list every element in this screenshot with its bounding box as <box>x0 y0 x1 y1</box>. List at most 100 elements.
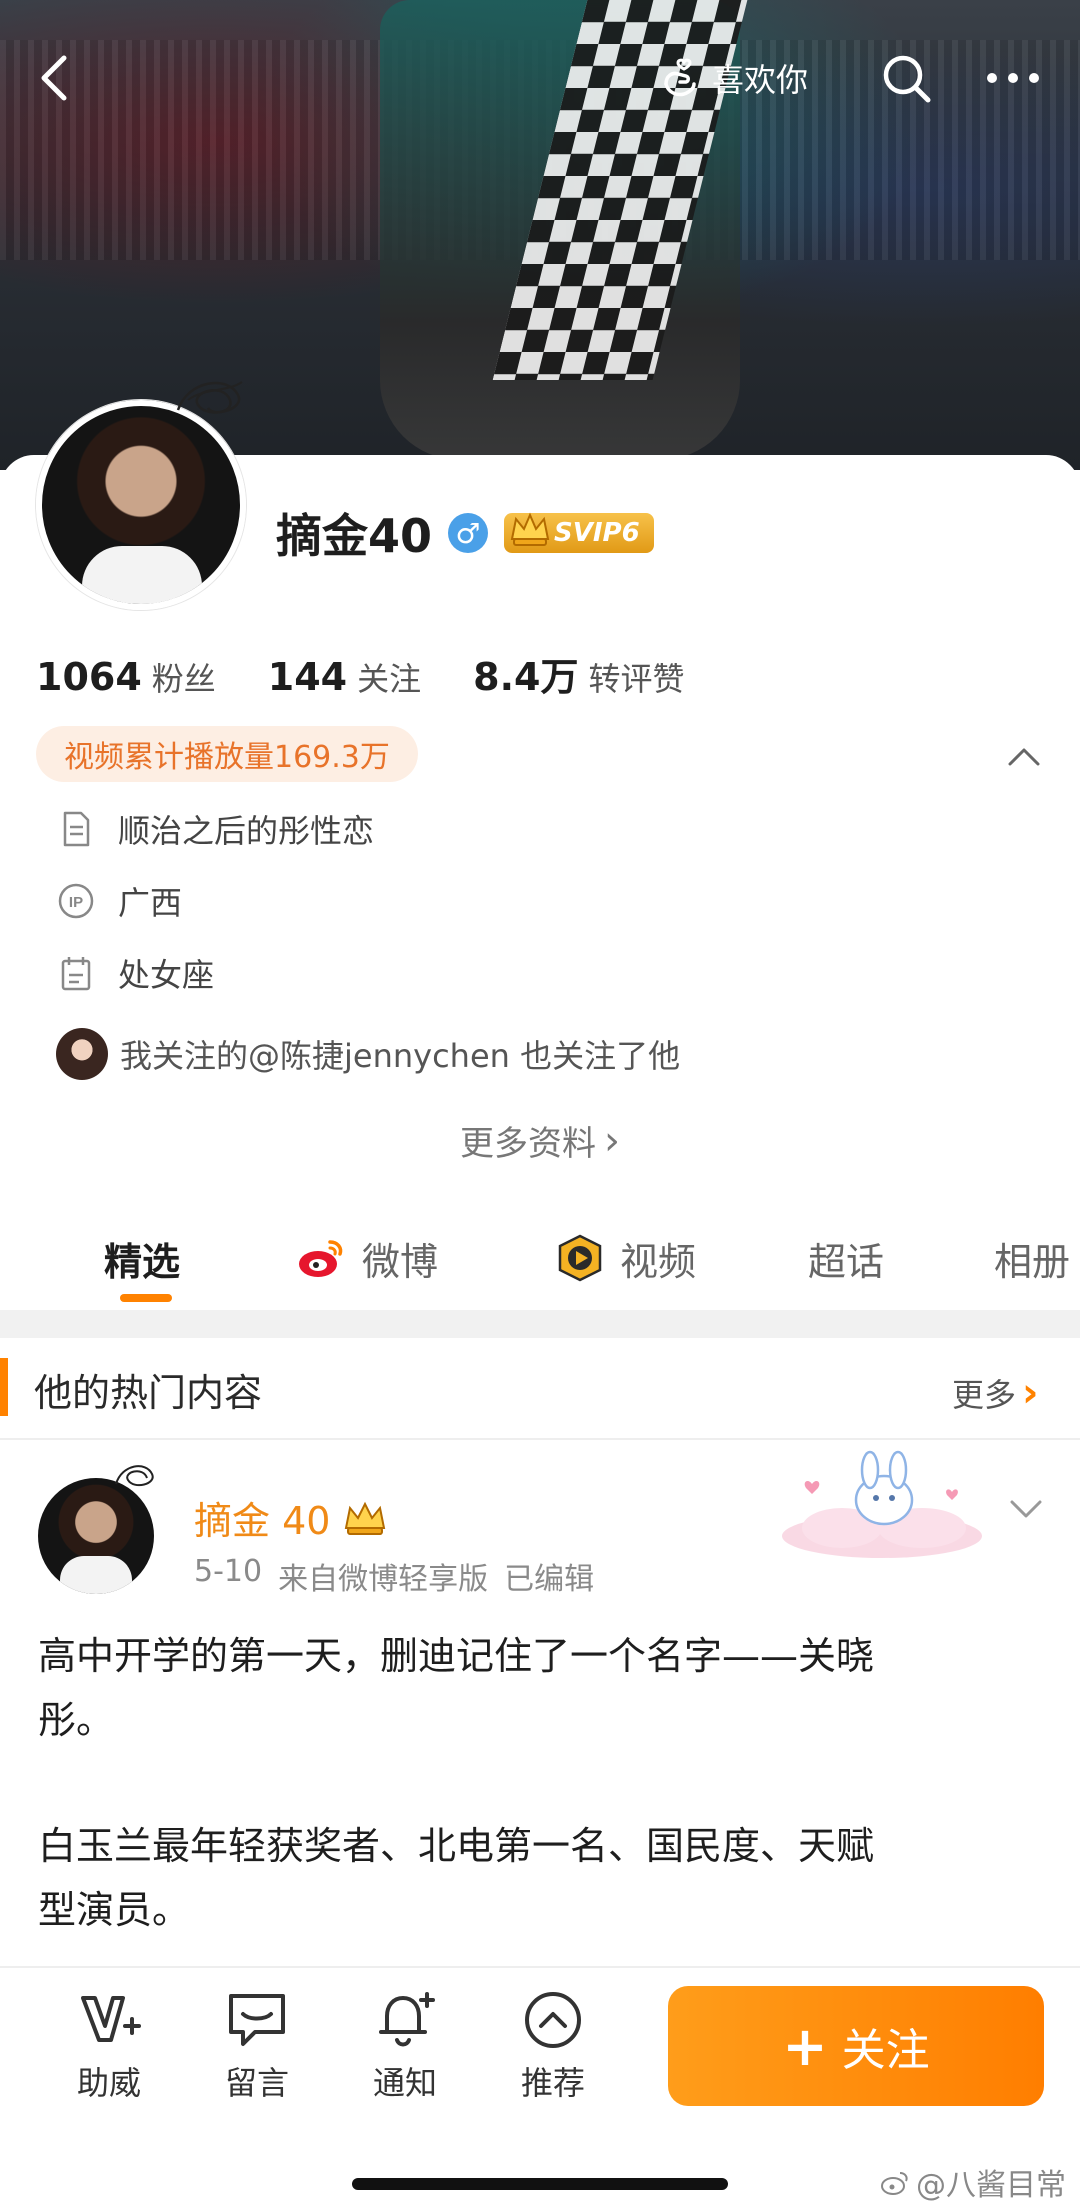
chevron-left-icon <box>41 55 67 101</box>
crown-icon <box>510 512 550 546</box>
chevron-right-icon: › <box>1022 1370 1039 1416</box>
mutual-avatar <box>56 1028 108 1080</box>
engagement-label: 转评赞 <box>588 660 685 698</box>
video-play-count-tag[interactable]: 视频累计播放量169.3万 <box>36 726 418 782</box>
ip-icon: IP <box>58 883 94 919</box>
notify-label: 通知 <box>372 2064 437 2102</box>
post-body-line: 高中开学的第一天，删迪记住了一个名字——关晓 <box>38 1634 875 1678</box>
top-navigation-bar: 喜欢你 <box>0 40 1080 120</box>
document-icon <box>63 811 90 847</box>
recommend-icon <box>525 1992 581 2048</box>
svip-label: SVIP6 <box>554 518 640 548</box>
tab-featured[interactable]: 精选 <box>104 1210 180 1306</box>
watermark: @八酱目常 <box>880 2160 1066 2201</box>
search-button[interactable] <box>878 50 934 106</box>
tab-super-topic[interactable]: 超话 <box>808 1210 884 1306</box>
ip-location-row: IP 广西 <box>56 878 182 924</box>
more-options-button[interactable] <box>982 50 1044 106</box>
cheer-button[interactable]: 助威 <box>54 1988 164 2104</box>
tab-album-label: 相册 <box>994 1239 1071 1284</box>
bunny-cloud-sticker-icon <box>782 1450 982 1558</box>
engagement-count: 8.4万 <box>473 655 579 699</box>
tab-weibo-label: 微博 <box>362 1239 439 1284</box>
post-date: 5-10 <box>194 1554 263 1589</box>
profile-stats: 1064 粉丝 144 关注 8.4万 转评赞 <box>36 646 684 701</box>
back-button[interactable] <box>28 50 84 106</box>
recommend-button[interactable]: 推荐 <box>498 1988 608 2104</box>
hand-heart-icon <box>664 58 696 97</box>
more-info-link[interactable]: 更多资料 › <box>0 1116 1080 1165</box>
hot-content-more-label: 更多 <box>952 1376 1017 1414</box>
profile-avatar[interactable] <box>36 400 246 610</box>
bio-row: 顺治之后的彤性恋 <box>56 806 374 852</box>
follow-label: 关注 <box>841 2025 930 2076</box>
crown-icon <box>345 1501 386 1535</box>
followers-stat[interactable]: 1064 粉丝 <box>36 654 216 700</box>
zodiac-row: 处女座 <box>56 950 214 996</box>
comment-label: 留言 <box>224 2064 289 2102</box>
avatar-shirt <box>82 546 202 604</box>
comment-icon <box>229 1994 285 2046</box>
calendar-icon <box>61 957 91 991</box>
home-indicator[interactable] <box>352 2178 728 2190</box>
comment-button[interactable]: 留言 <box>202 1988 312 2104</box>
zodiac-text: 处女座 <box>118 956 215 994</box>
cheer-icon <box>81 1996 141 2042</box>
post-meta: 5-10 来自微博轻享版 已编辑 <box>194 1554 594 1598</box>
cheer-label: 助威 <box>76 2064 141 2102</box>
svip-badge[interactable]: SVIP6 <box>504 512 654 553</box>
svg-text:IP: IP <box>69 894 83 911</box>
profile-tabs: 精选 微博 视频 超话 相册 <box>0 1210 1080 1306</box>
search-icon <box>883 55 931 103</box>
like-you-label: 喜欢你 <box>712 61 809 99</box>
tab-video-label: 视频 <box>620 1239 697 1284</box>
post-author-row: 摘金 40 <box>194 1490 388 1545</box>
post-avatar-shirt <box>60 1556 132 1594</box>
tab-super-topic-label: 超话 <box>808 1239 885 1284</box>
watermark-text: @八酱目常 <box>916 2168 1066 2201</box>
profile-name: 摘金40 <box>276 509 433 563</box>
chevron-right-icon: › <box>604 1117 620 1164</box>
followers-label: 粉丝 <box>151 660 216 698</box>
tab-album[interactable]: 相册 <box>994 1210 1080 1306</box>
post-body-line: 彤。 <box>38 1698 115 1742</box>
weibo-icon <box>299 1240 343 1277</box>
profile-name-row: 摘金40 ♂ SVIP6 <box>276 500 654 566</box>
followers-count: 1064 <box>36 655 142 699</box>
following-label: 关注 <box>357 660 422 698</box>
post-author-name[interactable]: 摘金 40 <box>194 1490 330 1545</box>
male-gender-icon: ♂ <box>448 513 489 553</box>
tab-video[interactable]: 视频 <box>554 1210 696 1306</box>
ip-location-text: 广西 <box>118 884 183 922</box>
mutual-follow-text: 我关注的@陈捷jennychen 也关注了他 <box>120 1037 681 1075</box>
scribble-decoration-icon <box>115 1465 154 1487</box>
following-stat[interactable]: 144 关注 <box>268 654 421 700</box>
bell-plus-icon <box>379 1992 435 2047</box>
video-icon <box>558 1234 602 1282</box>
post-edited: 已编辑 <box>504 1562 595 1597</box>
hot-content-more-link[interactable]: 更多 › <box>952 1370 1039 1416</box>
bio-text: 顺治之后的彤性恋 <box>118 812 375 850</box>
mutual-follow-row[interactable]: 我关注的@陈捷jennychen 也关注了他 <box>56 1028 680 1080</box>
scribble-decoration-icon <box>176 381 243 414</box>
more-dots-icon <box>987 73 1039 83</box>
post-body-line: 白玉兰最年轻获奖者、北电第一名、国民度、天赋 <box>38 1824 875 1868</box>
tab-weibo[interactable]: 微博 <box>296 1210 438 1306</box>
chevron-up-icon[interactable] <box>1004 738 1044 772</box>
tab-featured-label: 精选 <box>104 1239 181 1284</box>
recommend-label: 推荐 <box>520 2064 585 2102</box>
section-divider <box>0 1310 1080 1338</box>
hot-content-title: 他的热门内容 <box>34 1371 263 1415</box>
plus-icon: + <box>782 2014 828 2078</box>
hot-content-divider <box>0 1438 1080 1440</box>
active-tab-indicator <box>120 1294 172 1302</box>
engagement-stat[interactable]: 8.4万 转评赞 <box>473 646 684 701</box>
chevron-down-icon[interactable] <box>1006 1494 1046 1524</box>
weibo-logo-icon <box>881 2172 908 2195</box>
notify-button[interactable]: 通知 <box>350 1988 460 2104</box>
post-source: 来自微博轻享版 <box>278 1562 489 1597</box>
more-info-label: 更多资料 <box>460 1124 596 1164</box>
follow-button[interactable]: + 关注 <box>668 1986 1044 2106</box>
section-accent-bar <box>0 1358 8 1416</box>
like-you-button[interactable]: 喜欢你 <box>648 50 816 106</box>
